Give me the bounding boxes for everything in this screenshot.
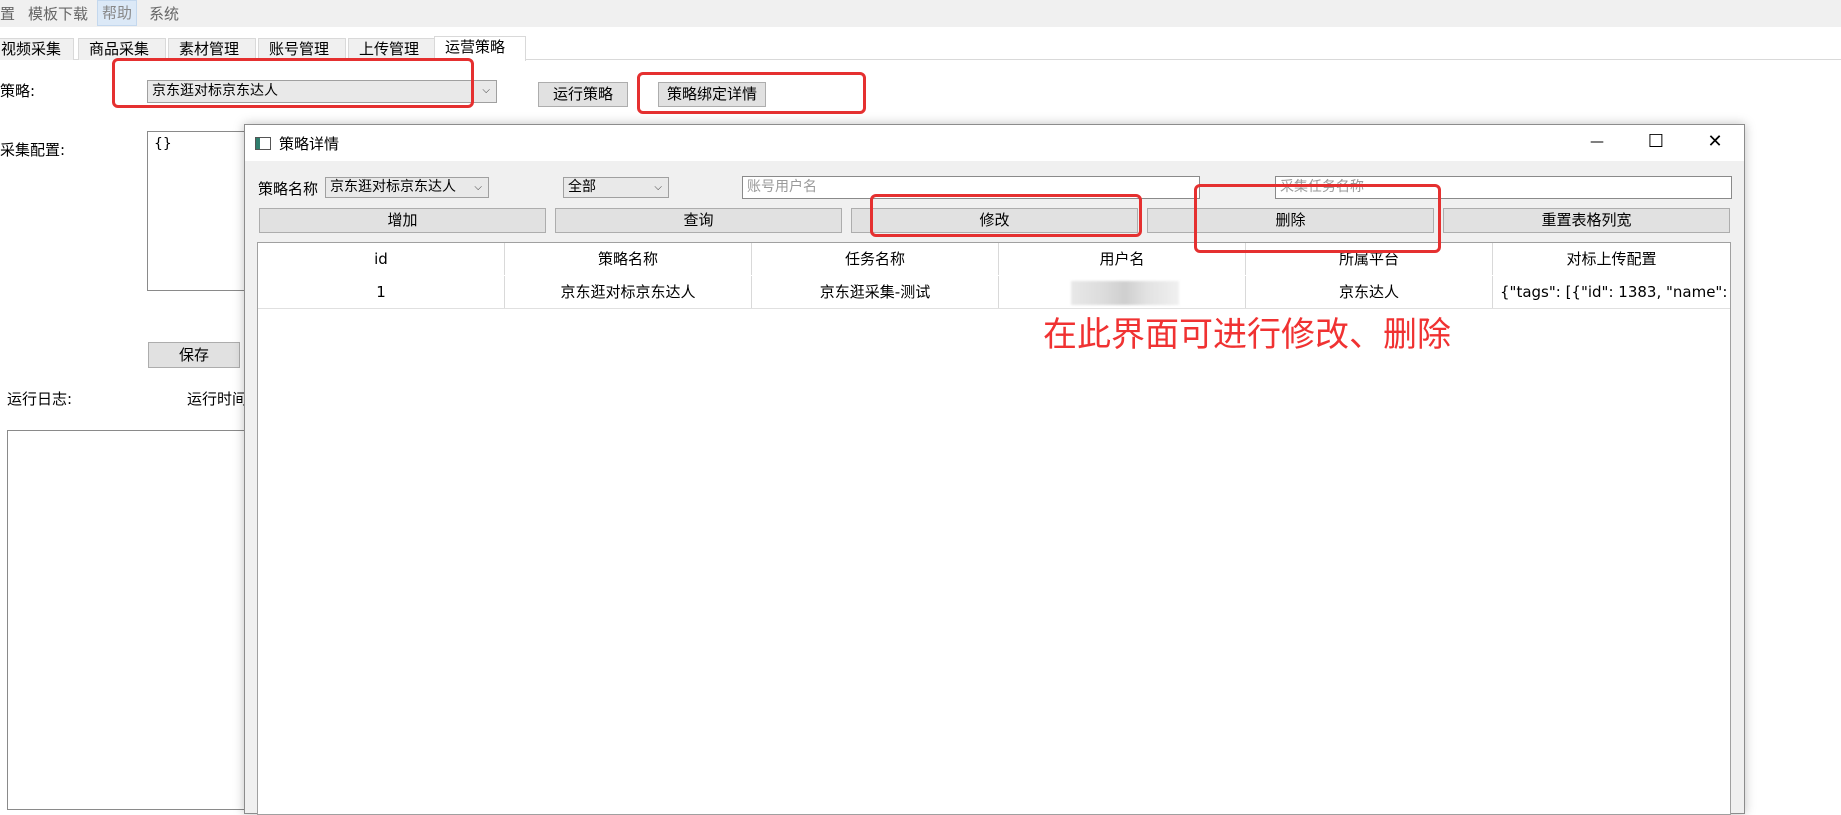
add-button[interactable]: 增加	[259, 208, 546, 233]
column-header-task-name[interactable]: 任务名称	[752, 243, 999, 275]
table-cell-username[interactable]	[999, 276, 1246, 308]
dialog-titlebar: 策略详情 — ☐ ✕	[245, 125, 1744, 161]
highlight-edit-button	[870, 194, 1142, 237]
tab-upload-manage[interactable]: 上传管理	[348, 38, 436, 60]
minimize-icon[interactable]: —	[1568, 125, 1626, 161]
chevron-down-icon: ⌵	[654, 182, 662, 193]
run-log-label: 运行日志:	[7, 390, 73, 408]
strategy-name-select-value: 京东逛对标京东达人	[330, 179, 456, 195]
redacted-username	[1071, 281, 1179, 305]
app-window-icon	[255, 137, 271, 150]
column-header-upload-config[interactable]: 对标上传配置	[1493, 243, 1730, 275]
platform-filter-select[interactable]: 全部 ⌵	[563, 177, 669, 198]
menu-item-settings[interactable]: 置	[0, 4, 19, 26]
run-strategy-button[interactable]: 运行策略	[538, 82, 628, 107]
menu-item-help[interactable]: 帮助	[97, 0, 138, 26]
menu-item-template-download[interactable]: 模板下载	[24, 4, 92, 26]
highlight-strategy-select	[112, 58, 474, 108]
table-cell-strategy-name[interactable]: 京东逛对标京东达人	[505, 276, 752, 308]
save-button[interactable]: 保存	[148, 342, 240, 368]
strategy-table: id 策略名称 任务名称 用户名 所属平台 对标上传配置 1 京东逛对标京东达人…	[257, 242, 1731, 815]
tab-bar: 视频采集 商品采集 素材管理 账号管理 上传管理 运营策略	[0, 36, 1841, 61]
column-header-strategy-name[interactable]: 策略名称	[505, 243, 752, 275]
column-header-id[interactable]: id	[258, 243, 505, 275]
close-icon[interactable]: ✕	[1686, 125, 1744, 161]
strategy-label: 策略:	[0, 82, 36, 100]
table-cell-upload-config[interactable]: {"tags": [{"id": 1383, "name": "...	[1493, 276, 1730, 308]
chevron-down-icon: ⌵	[482, 85, 490, 96]
strategy-name-label: 策略名称	[258, 180, 319, 198]
chevron-down-icon: ⌵	[474, 182, 482, 193]
tab-video-collect[interactable]: 视频采集	[0, 38, 74, 60]
run-time-label: 运行时间	[187, 390, 248, 408]
maximize-icon[interactable]: ☐	[1627, 125, 1685, 161]
collect-config-textarea[interactable]: {}	[147, 131, 257, 291]
tab-product-collect[interactable]: 商品采集	[78, 38, 166, 60]
query-button[interactable]: 查询	[555, 208, 842, 233]
platform-filter-value: 全部	[568, 179, 596, 195]
run-log-textarea[interactable]	[7, 430, 257, 810]
table-cell-id[interactable]: 1	[258, 276, 505, 308]
highlight-delete-button	[1194, 184, 1441, 253]
tab-material-manage[interactable]: 素材管理	[168, 38, 256, 60]
table-cell-platform[interactable]: 京东达人	[1246, 276, 1493, 308]
reset-column-width-button[interactable]: 重置表格列宽	[1443, 208, 1730, 233]
annotation-text: 在此界面可进行修改、删除	[1043, 315, 1451, 355]
collect-config-label: 采集配置:	[0, 141, 66, 159]
menu-bar: 置 模板下载 帮助 系统	[0, 0, 1841, 27]
menu-item-system[interactable]: 系统	[145, 4, 183, 26]
dialog-title: 策略详情	[279, 135, 340, 153]
table-cell-task-name[interactable]: 京东逛采集-测试	[752, 276, 999, 308]
highlight-binding-detail-button	[637, 72, 866, 114]
tab-account-manage[interactable]: 账号管理	[258, 38, 346, 60]
row-divider	[258, 308, 1730, 309]
strategy-name-select[interactable]: 京东逛对标京东达人 ⌵	[325, 177, 489, 198]
